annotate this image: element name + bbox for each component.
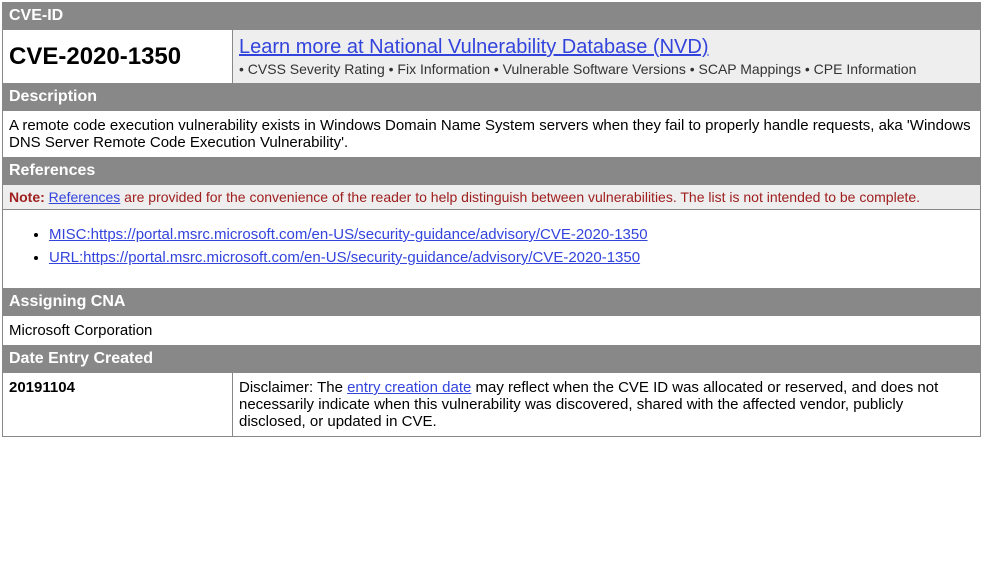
assigning-cna-value: Microsoft Corporation (3, 316, 981, 346)
learn-more-subtext: • CVSS Severity Rating • Fix Information… (239, 61, 974, 77)
references-note: Note: References are provided for the co… (3, 185, 981, 210)
reference-link[interactable]: URL:https://portal.msrc.microsoft.com/en… (49, 249, 640, 266)
note-label: Note: (9, 189, 45, 205)
reference-item: URL:https://portal.msrc.microsoft.com/en… (49, 249, 974, 266)
header-description: Description (3, 84, 981, 111)
cve-detail-table: CVE-ID CVE-2020-1350 Learn more at Natio… (2, 2, 981, 437)
disclaimer-cell: Disclaimer: The entry creation date may … (233, 373, 981, 437)
date-entry-created-value: 20191104 (3, 373, 233, 437)
description-text: A remote code execution vulnerability ex… (3, 111, 981, 158)
references-list: MISC:https://portal.msrc.microsoft.com/e… (3, 210, 981, 289)
note-text: are provided for the convenience of the … (120, 189, 920, 205)
cve-id-value: CVE-2020-1350 (3, 30, 233, 84)
disclaimer-prefix: Disclaimer: The (239, 379, 347, 396)
header-references: References (3, 158, 981, 185)
entry-creation-date-link[interactable]: entry creation date (347, 379, 471, 396)
header-date-entry-created: Date Entry Created (3, 346, 981, 373)
header-cve-id: CVE-ID (3, 3, 981, 30)
learn-more-cell: Learn more at National Vulnerability Dat… (233, 30, 981, 84)
header-assigning-cna: Assigning CNA (3, 289, 981, 316)
reference-item: MISC:https://portal.msrc.microsoft.com/e… (49, 226, 974, 243)
nvd-link[interactable]: Learn more at National Vulnerability Dat… (239, 36, 708, 58)
reference-link[interactable]: MISC:https://portal.msrc.microsoft.com/e… (49, 226, 648, 243)
references-help-link[interactable]: References (49, 189, 121, 205)
